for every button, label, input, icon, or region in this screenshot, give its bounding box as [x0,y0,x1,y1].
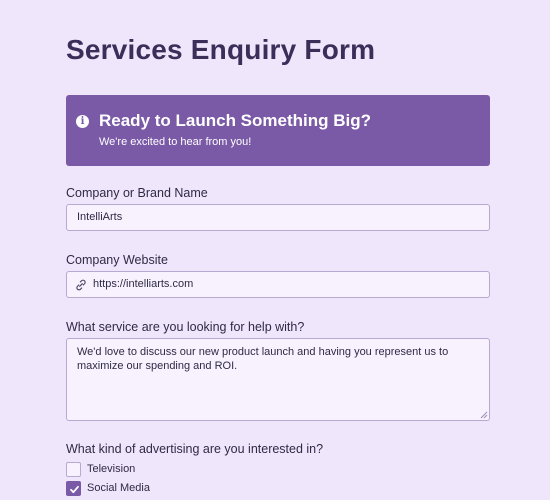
info-banner: i Ready to Launch Something Big? We're e… [66,95,490,166]
company-website-value: https://intelliarts.com [93,278,194,290]
company-website-label: Company Website [66,253,168,267]
resize-handle-icon[interactable] [480,411,488,419]
company-name-input[interactable]: IntelliArts [66,204,490,231]
television-checkbox[interactable] [66,462,81,477]
info-icon: i [76,115,89,128]
company-website-input[interactable]: https://intelliarts.com [66,271,490,298]
advertising-label: What kind of advertising are you interes… [66,442,324,456]
checkmark-icon [70,485,79,494]
social-media-checkbox[interactable] [66,481,81,496]
page-title: Services Enquiry Form [66,34,376,65]
banner-subtitle: We're excited to hear from you! [99,136,252,148]
company-name-label: Company or Brand Name [66,186,208,200]
service-label: What service are you looking for help wi… [66,320,305,334]
link-icon [76,279,86,291]
service-textarea[interactable]: We'd love to discuss our new product lau… [66,338,490,421]
television-label: Television [87,463,136,475]
banner-title: Ready to Launch Something Big? [99,111,372,130]
social-media-label: Social Media [87,482,150,494]
enquiry-form-page: Services Enquiry Form i Ready to Launch … [0,0,550,500]
service-textarea-value: We'd love to discuss our new product lau… [77,346,449,372]
